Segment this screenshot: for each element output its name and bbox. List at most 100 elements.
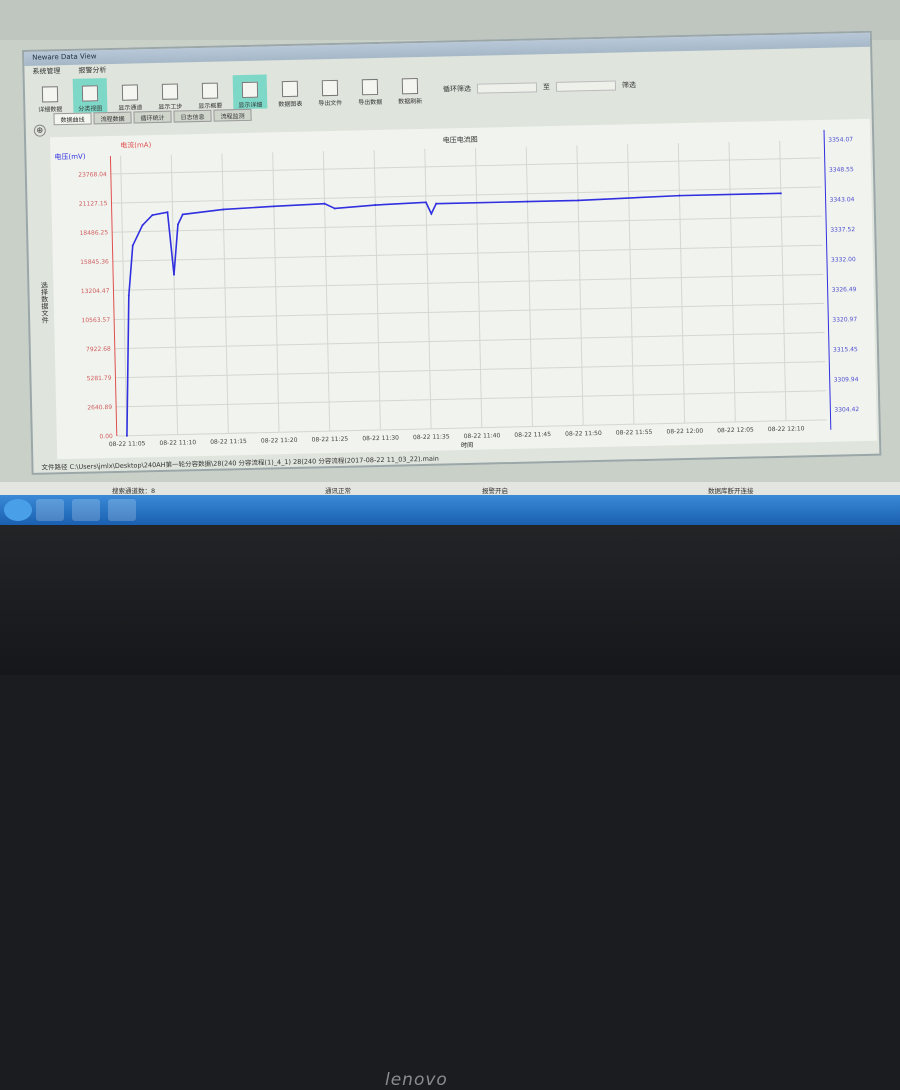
right-tick-label: 3332.00 bbox=[831, 256, 856, 264]
toolbar-button[interactable]: 分类视图 bbox=[72, 78, 108, 113]
alarm-status: 报警开启 bbox=[482, 487, 508, 495]
toolbar-icon bbox=[401, 78, 419, 95]
grid-line-h bbox=[112, 215, 822, 233]
toolbar-button[interactable]: 数据刷新 bbox=[393, 71, 428, 106]
toolbar-label: 显示详细 bbox=[238, 101, 263, 110]
grid-line-h bbox=[110, 157, 821, 175]
screen: Neware Data View 系统管理 报警分析 详细数据 分类视图 显示通道显… bbox=[0, 0, 900, 525]
grid-line-v bbox=[322, 151, 331, 432]
toolbar-icon bbox=[121, 84, 139, 101]
left-tick-label: 5281.79 bbox=[87, 375, 112, 383]
grid-line-v bbox=[627, 144, 635, 425]
grid-line-v bbox=[170, 154, 179, 435]
toolbar-button[interactable]: 导出数据 bbox=[353, 72, 388, 107]
comm-status: 通讯正常 bbox=[325, 487, 351, 495]
grid-line-h bbox=[115, 361, 826, 379]
left-tick-label: 7922.68 bbox=[86, 346, 111, 354]
left-tick-label: 10563.57 bbox=[81, 317, 110, 325]
grid-line-v bbox=[576, 145, 584, 426]
expand-icon[interactable]: ⊕ bbox=[33, 124, 46, 137]
right-axis bbox=[823, 129, 832, 430]
db-status: 数据库断开连接 bbox=[708, 487, 754, 495]
app-icon[interactable] bbox=[72, 499, 100, 521]
toolbar-icon bbox=[361, 78, 379, 96]
bottom-status-bar: 搜索通道数：8 通讯正常 报警开启 数据库断开连接 bbox=[0, 482, 900, 495]
toolbar-icon bbox=[81, 85, 99, 102]
grid-line-v bbox=[373, 150, 381, 430]
right-tick-label: 3315.45 bbox=[833, 346, 858, 354]
tab[interactable]: 循环统计 bbox=[133, 110, 172, 124]
chart-area: 电压电流图电压(mV) 电流(mA) 23768.04 21127.15 18486.2… bbox=[49, 118, 878, 460]
x-tick-label: 08-22 11:35 bbox=[413, 433, 450, 441]
toolbar-icon bbox=[41, 86, 59, 103]
grid-line-h bbox=[113, 273, 824, 291]
toolbar-button[interactable]: 详细数据 bbox=[33, 79, 68, 114]
right-tick-label: 3343.04 bbox=[830, 196, 855, 204]
x-tick-label: 08-22 11:40 bbox=[464, 432, 501, 440]
explorer-icon[interactable] bbox=[36, 499, 64, 521]
x-tick-label: 08-22 12:10 bbox=[768, 425, 805, 433]
toolbar-icon bbox=[161, 83, 179, 100]
x-tick-label: 08-22 11:25 bbox=[312, 436, 349, 444]
x-tick-label: 08-22 11:30 bbox=[362, 435, 399, 443]
x-axis-label: 时间 bbox=[461, 441, 473, 449]
tab[interactable]: 数据曲线 bbox=[53, 112, 92, 126]
grid-line-v bbox=[677, 143, 686, 424]
right-tick-label: 3348.55 bbox=[829, 166, 854, 174]
x-tick-label: 08-22 11:10 bbox=[159, 439, 196, 447]
grid-line-v bbox=[221, 153, 229, 434]
toolbar-button[interactable]: 显示工步 bbox=[153, 76, 188, 111]
left-tick-label: 15845.36 bbox=[80, 258, 109, 266]
x-tick-label: 08-22 12:05 bbox=[717, 426, 754, 434]
toolbar-icon bbox=[321, 79, 339, 97]
right-tick-label: 3354.07 bbox=[828, 136, 853, 144]
chart-title: 电压电流图 bbox=[443, 135, 478, 145]
left-tick-label: 21127.15 bbox=[79, 200, 108, 208]
voltage-current-chart: 电压电流图电压(mV) 电流(mA) 23768.04 21127.15 18486.2… bbox=[54, 129, 859, 449]
tab[interactable]: 日志信息 bbox=[173, 109, 212, 123]
monitor-bezel: lenovo bbox=[0, 525, 900, 1090]
menu-item[interactable]: 系统管理 bbox=[32, 66, 60, 77]
grid-line-h bbox=[112, 244, 823, 262]
x-tick-label: 08-22 11:50 bbox=[565, 430, 602, 438]
left-tick-label: 0.00 bbox=[99, 433, 113, 440]
toolbar-button[interactable]: 导出文件 bbox=[313, 73, 348, 108]
grid-line-v bbox=[424, 148, 432, 429]
x-tick-label: 08-22 11:20 bbox=[261, 437, 298, 445]
current-axis-label: 电流(mA) bbox=[120, 140, 152, 150]
filter-from-input[interactable] bbox=[476, 82, 538, 94]
toolbar-label: 数据刷新 bbox=[398, 97, 423, 106]
toolbar-button[interactable]: 显示概要 bbox=[193, 75, 228, 110]
x-tick-label: 08-22 11:15 bbox=[210, 438, 247, 446]
right-tick-label: 3326.49 bbox=[832, 286, 857, 294]
right-tick-label: 3337.52 bbox=[830, 226, 855, 234]
toolbar-icon bbox=[241, 81, 259, 99]
toolbar-icon bbox=[281, 80, 299, 98]
left-axis-label: 电压(mV) bbox=[54, 152, 86, 162]
tab[interactable]: 流程监测 bbox=[213, 108, 252, 122]
left-tick-label: 18486.25 bbox=[79, 229, 108, 237]
data-view-task-icon[interactable] bbox=[108, 499, 136, 521]
x-tick-label: 08-22 11:45 bbox=[514, 431, 551, 439]
toolbar-button[interactable]: 显示详细 bbox=[232, 74, 268, 110]
filter-button[interactable]: 筛选 bbox=[622, 80, 636, 90]
filter-to-input[interactable] bbox=[555, 80, 617, 92]
menu-item[interactable]: 报警分析 bbox=[78, 65, 106, 76]
left-tick-label: 23768.04 bbox=[78, 171, 107, 179]
x-tick-label: 08-22 11:05 bbox=[109, 440, 146, 448]
left-tick-label: 2640.89 bbox=[87, 404, 112, 412]
x-tick-label: 08-22 11:55 bbox=[616, 429, 653, 437]
grid-line-v bbox=[120, 155, 128, 436]
grid-line-v bbox=[779, 140, 787, 421]
right-tick-label: 3304.42 bbox=[834, 406, 859, 414]
taskbar bbox=[0, 495, 900, 525]
grid-line-v bbox=[728, 141, 736, 422]
side-label[interactable]: 选择数据文件 bbox=[39, 281, 50, 323]
tab[interactable]: 流程数据 bbox=[93, 111, 132, 125]
toolbar-label: 导出文件 bbox=[318, 99, 343, 108]
start-button[interactable] bbox=[4, 499, 32, 521]
lenovo-logo: lenovo bbox=[385, 1070, 448, 1090]
grid-line-h bbox=[114, 332, 825, 350]
toolbar-button[interactable]: 显示通道 bbox=[113, 77, 148, 112]
toolbar-button[interactable]: 数据图表 bbox=[273, 74, 308, 109]
